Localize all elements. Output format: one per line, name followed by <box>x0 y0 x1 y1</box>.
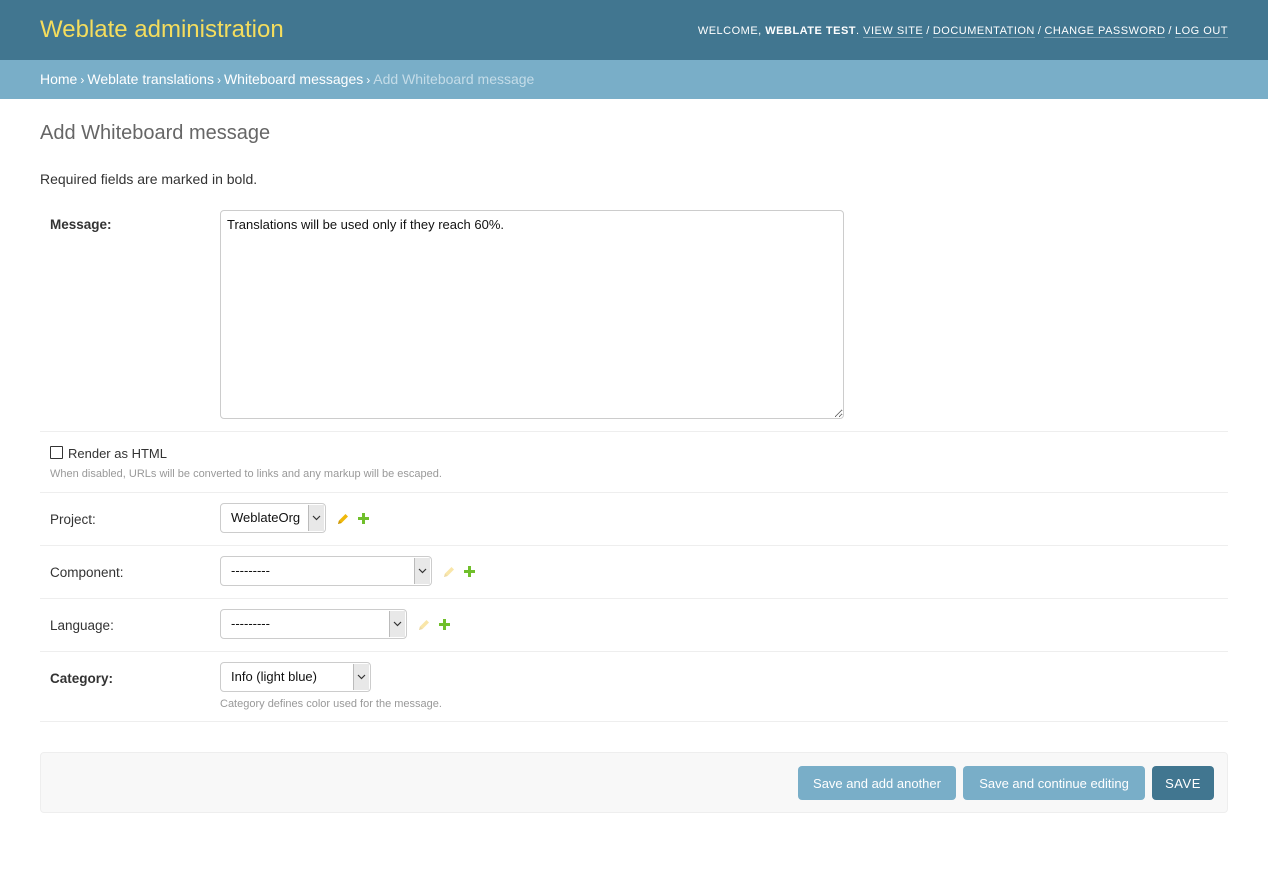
form-row-project: Project: WeblateOrg <box>40 493 1228 546</box>
add-language-plus-icon[interactable] <box>438 618 451 634</box>
username: Weblate Test <box>765 25 857 37</box>
category-select[interactable]: Info (light blue) <box>220 662 371 692</box>
breadcrumb-app[interactable]: Weblate translations <box>87 71 214 87</box>
chevron-down-icon <box>389 611 405 637</box>
form-row-category: Category: Info (light blue) Category def… <box>40 652 1228 722</box>
breadcrumb-home[interactable]: Home <box>40 71 77 87</box>
language-select-value: --------- <box>231 616 270 631</box>
chevron-down-icon <box>353 664 369 690</box>
required-fields-note: Required fields are marked in bold. <box>40 171 258 187</box>
site-branding[interactable]: Weblate administration <box>40 15 284 45</box>
change-component-pencil-icon[interactable] <box>442 565 456 582</box>
add-component-plus-icon[interactable] <box>463 565 476 581</box>
log-out-link[interactable]: Log out <box>1174 25 1228 38</box>
form-row-component: Component: --------- <box>40 546 1228 599</box>
render-html-help: When disabled, URLs will be converted to… <box>50 468 442 480</box>
breadcrumb-model[interactable]: Whiteboard messages <box>224 71 363 87</box>
change-password-link[interactable]: Change password <box>1044 25 1166 38</box>
component-select[interactable]: --------- <box>220 556 432 586</box>
chevron-down-icon <box>308 505 324 531</box>
form-row-language: Language: --------- <box>40 599 1228 652</box>
welcome-text: Welcome, <box>697 25 762 37</box>
user-tools: Welcome, Weblate Test. View site / Documen… <box>697 25 1228 38</box>
breadcrumb: Home › Weblate translations › Whiteboard mes… <box>0 60 1268 99</box>
page-title: Add Whiteboard message <box>40 122 271 144</box>
category-select-value: Info (light blue) <box>231 669 317 684</box>
save-and-add-another-button[interactable]: Save and add another <box>798 766 956 800</box>
category-label: Category: <box>50 671 114 686</box>
submit-row: Save and add another Save and continue e… <box>40 752 1228 813</box>
change-language-pencil-icon[interactable] <box>417 618 431 635</box>
component-select-value: --------- <box>231 563 270 578</box>
save-button[interactable]: SAVE <box>1152 766 1214 800</box>
save-and-continue-button[interactable]: Save and continue editing <box>963 766 1145 800</box>
language-select[interactable]: --------- <box>220 609 407 639</box>
render-html-label[interactable]: Render as HTML <box>68 446 167 461</box>
message-textarea[interactable]: Translations will be used only if they r… <box>220 210 844 419</box>
site-header: Weblate administration Welcome, Weblate … <box>0 0 1268 60</box>
project-select-value: WeblateOrg <box>231 510 301 525</box>
chevron-down-icon <box>414 558 430 584</box>
project-select[interactable]: WeblateOrg <box>220 503 326 533</box>
category-help: Category defines color used for the mess… <box>220 698 442 710</box>
form-row-message: Message: Translations will be used only … <box>40 210 1228 432</box>
change-project-pencil-icon[interactable] <box>336 512 350 529</box>
language-label: Language: <box>50 618 114 633</box>
project-label: Project: <box>50 512 96 527</box>
component-label: Component: <box>50 565 124 580</box>
form-row-render-html: Render as HTML When disabled, URLs will … <box>40 432 1228 493</box>
render-html-checkbox[interactable] <box>50 446 63 459</box>
message-label: Message: <box>50 217 112 232</box>
breadcrumb-current: Add Whiteboard message <box>373 71 535 87</box>
view-site-link[interactable]: View site <box>863 25 924 38</box>
documentation-link[interactable]: Documentation <box>932 25 1035 38</box>
add-project-plus-icon[interactable] <box>357 512 370 528</box>
